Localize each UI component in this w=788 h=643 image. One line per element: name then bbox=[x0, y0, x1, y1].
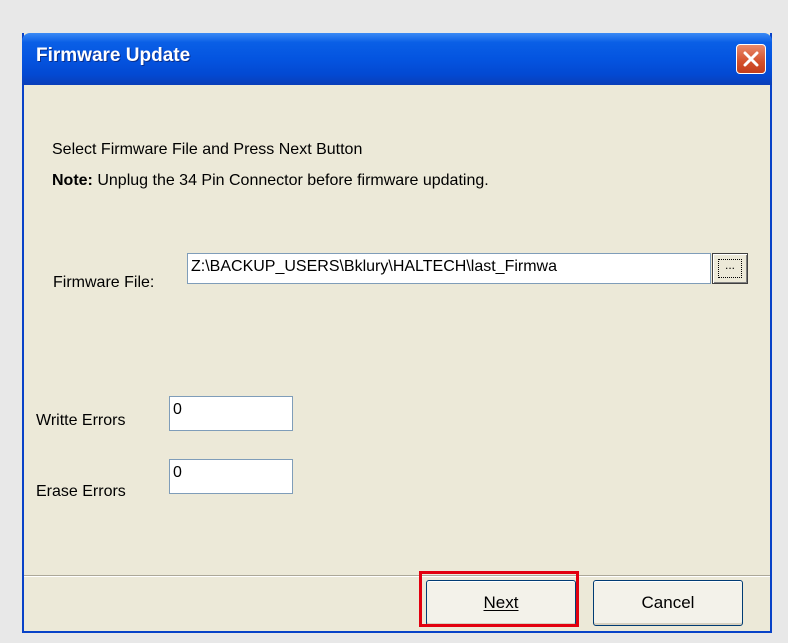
footer-separator bbox=[24, 575, 770, 577]
erase-errors-label: Erase Errors bbox=[36, 483, 126, 500]
erase-errors-field[interactable]: 0 bbox=[169, 459, 293, 494]
firmware-file-input[interactable]: Z:\BACKUP_USERS\Bklury\HALTECH\last_Firm… bbox=[187, 253, 711, 284]
firmware-file-label: Firmware File: bbox=[53, 274, 155, 291]
window-title: Firmware Update bbox=[36, 45, 191, 66]
cancel-button-label: Cancel bbox=[641, 593, 695, 612]
note-text: Unplug the 34 Pin Connector before firmw… bbox=[97, 172, 489, 189]
write-errors-field[interactable]: 0 bbox=[169, 396, 293, 431]
note-line: Note: Unplug the 34 Pin Connector before… bbox=[52, 172, 489, 190]
browse-icon: ... bbox=[718, 259, 742, 278]
cancel-button[interactable]: Cancel bbox=[593, 580, 743, 626]
next-button-highlight bbox=[419, 571, 579, 627]
instruction-text: Select Firmware File and Press Next Butt… bbox=[52, 141, 363, 158]
firmware-update-dialog: Firmware Update Select Firmware File and… bbox=[22, 33, 772, 633]
close-icon bbox=[743, 51, 759, 67]
write-errors-label: Writte Errors bbox=[36, 412, 126, 429]
note-label: Note: bbox=[52, 172, 93, 189]
close-button[interactable] bbox=[736, 44, 766, 74]
title-bar[interactable]: Firmware Update bbox=[22, 33, 772, 85]
browse-button[interactable]: ... bbox=[712, 253, 748, 284]
